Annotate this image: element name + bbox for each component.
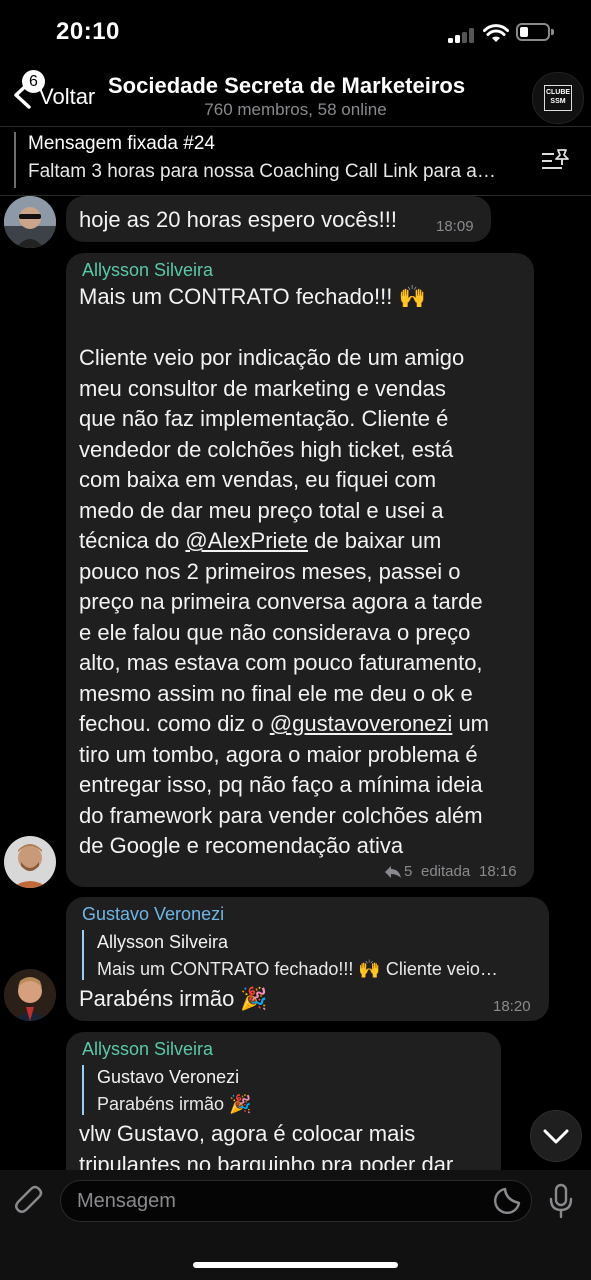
message-list[interactable]: hoje as 20 horas espero vocês!!! 18:09 A… <box>0 196 591 1170</box>
battery-level <box>520 27 528 37</box>
message-text: Mais um CONTRATO fechado!!! 🙌 Cliente ve… <box>79 282 529 862</box>
reply-quote-text[interactable]: Parabéns irmão 🎉 <box>97 1094 487 1115</box>
reply-quote-bar <box>82 930 84 980</box>
message-text-part: de baixar um pouco nos 2 primeiros meses… <box>79 528 483 736</box>
avatar-photo <box>4 836 56 888</box>
chat-title[interactable]: Sociedade Secreta de Marketeiros <box>108 73 465 99</box>
message-text-part: Mais um CONTRATO fechado!!! 🙌 Cliente ve… <box>79 284 465 553</box>
avatar-photo <box>4 969 56 1021</box>
pinned-title: Mensagem fixada #24 <box>28 133 215 154</box>
sticker-icon[interactable] <box>492 1186 522 1216</box>
reply-quote-text[interactable]: Mais um CONTRATO fechado!!! 🙌 Cliente ve… <box>97 959 537 980</box>
edited-label: editada <box>421 863 471 880</box>
home-indicator[interactable] <box>193 1262 398 1268</box>
message-text: vlw Gustavo, agora é colocar mais tripul… <box>79 1121 454 1170</box>
wifi-icon <box>483 24 509 42</box>
message-time: 18:16 <box>479 863 517 880</box>
group-avatar[interactable]: CLUBE SSM <box>532 72 584 124</box>
pinned-indicator <box>14 132 16 188</box>
sender-name[interactable]: Allysson Silveira <box>82 1039 213 1060</box>
battery-cap <box>551 29 554 35</box>
avatar[interactable] <box>4 969 56 1021</box>
paperclip-icon[interactable] <box>14 1184 46 1218</box>
message-text: Parabéns irmão 🎉 <box>79 986 268 1011</box>
avatar[interactable] <box>4 196 56 248</box>
chat-subtitle: 760 membros, 58 online <box>204 100 387 119</box>
mention-link[interactable]: @gustavoveronezi <box>270 711 453 736</box>
status-time: 20:10 <box>56 18 120 45</box>
chevron-down-icon <box>543 1129 569 1144</box>
reply-quote-author[interactable]: Gustavo Veronezi <box>97 1067 239 1088</box>
sender-name[interactable]: Allysson Silveira <box>82 260 213 281</box>
mention-link[interactable]: @AlexPriete <box>185 528 308 553</box>
reply-arrow-icon[interactable] <box>384 864 402 880</box>
reply-quote-bar <box>82 1065 84 1115</box>
message-input-placeholder: Mensagem <box>77 1190 176 1212</box>
scroll-down-button[interactable] <box>530 1110 582 1162</box>
battery-icon <box>516 23 550 41</box>
avatar[interactable] <box>4 836 56 888</box>
pinned-text: Faltam 3 horas para nossa Coaching Call … <box>28 161 496 182</box>
signal-icon <box>448 28 474 43</box>
avatar-photo <box>4 196 56 248</box>
group-avatar-logo: CLUBE SSM <box>544 85 572 111</box>
sender-name[interactable]: Gustavo Veronezi <box>82 904 224 925</box>
message-time: 18:09 <box>436 218 474 235</box>
message-text: hoje as 20 horas espero vocês!!! <box>79 207 397 232</box>
microphone-icon[interactable] <box>548 1183 574 1219</box>
reply-quote-author[interactable]: Allysson Silveira <box>97 932 228 953</box>
pin-list-icon[interactable] <box>540 146 572 174</box>
message-time: 18:20 <box>493 998 531 1015</box>
reply-count[interactable]: 5 <box>404 863 412 880</box>
